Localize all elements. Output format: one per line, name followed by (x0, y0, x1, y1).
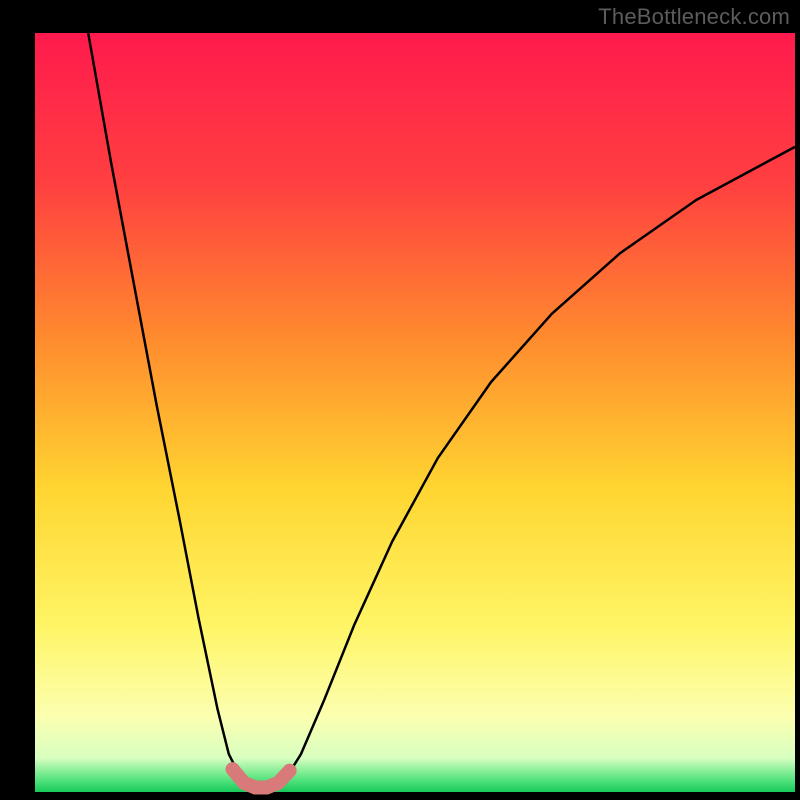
valley-marker (271, 776, 285, 790)
watermark-text: TheBottleneck.com (598, 4, 790, 30)
valley-marker (283, 764, 297, 778)
chart-svg (0, 0, 800, 800)
chart-frame: TheBottleneck.com (0, 0, 800, 800)
gradient-panel (35, 33, 795, 792)
valley-marker (226, 762, 240, 776)
